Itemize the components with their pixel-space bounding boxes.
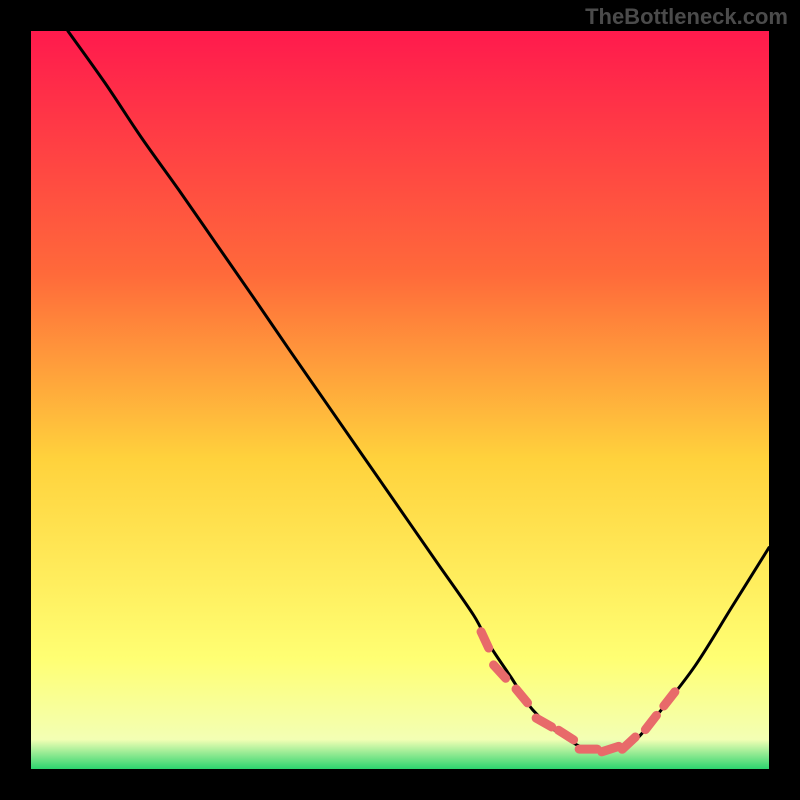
best-range-marker [536,718,552,727]
watermark-text: TheBottleneck.com [585,4,788,30]
bottleneck-curve [31,31,769,769]
plot-area [31,31,769,769]
best-range-marker [645,715,656,729]
best-range-marker [622,737,635,749]
best-range-marker [481,632,489,648]
best-range-marker [558,730,573,740]
best-range-marker [602,746,619,751]
best-range-marker [664,692,675,706]
best-range-marker [516,689,528,703]
chart-frame: TheBottleneck.com [0,0,800,800]
